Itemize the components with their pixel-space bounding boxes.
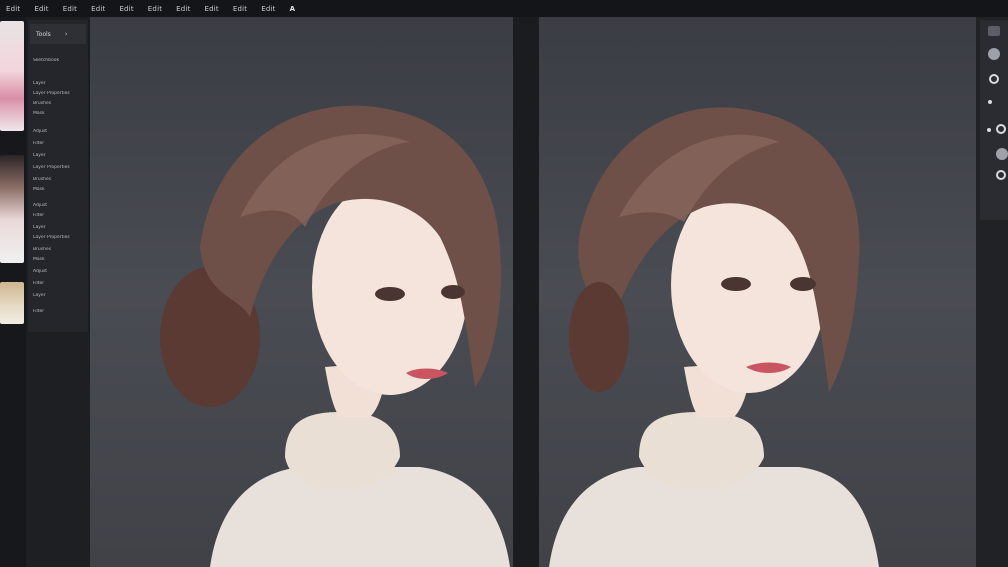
- panel-title: Tools: [36, 30, 51, 38]
- thumbnail-beige-portrait[interactable]: [0, 282, 24, 324]
- menu-item[interactable]: Edit: [91, 5, 105, 13]
- menu-item[interactable]: Edit: [205, 5, 219, 13]
- panel-item[interactable]: Brushes: [33, 177, 87, 182]
- rail-panel: [980, 20, 1008, 220]
- sphere-tool-icon[interactable]: [988, 48, 1000, 60]
- panel-item[interactable]: Layer: [33, 293, 87, 298]
- sidebar-empty-area: [26, 332, 90, 567]
- thumbnail-dark-portrait[interactable]: [0, 155, 24, 263]
- thumbnail-pink-portrait[interactable]: [0, 21, 24, 131]
- panel-item[interactable]: Layer: [33, 225, 87, 230]
- tool-panel: Tools › Sketchbook Layer Layer Propertie…: [28, 20, 88, 332]
- panel-item[interactable]: Adjust: [33, 269, 87, 274]
- chevron-right-icon[interactable]: ›: [65, 30, 68, 38]
- panel-item[interactable]: Mask: [33, 187, 87, 192]
- canvas-viewport-right[interactable]: [539, 17, 976, 567]
- right-tool-rail: [976, 17, 1008, 567]
- panel-item[interactable]: Brushes: [33, 101, 87, 106]
- menu-item[interactable]: A: [290, 5, 296, 13]
- panel-item[interactable]: Brushes: [33, 247, 87, 252]
- panel-item[interactable]: Adjust: [33, 129, 87, 134]
- menu-item[interactable]: Edit: [6, 5, 20, 13]
- panel-item[interactable]: Layer Properties: [33, 235, 87, 240]
- panel-item[interactable]: Layer: [33, 153, 87, 158]
- dot-icon: [987, 128, 991, 132]
- ring-icon[interactable]: [996, 170, 1006, 180]
- menu-bar: Edit Edit Edit Edit Edit Edit Edit Edit …: [0, 0, 1008, 17]
- menu-item[interactable]: Edit: [176, 5, 190, 13]
- portrait-image-right: [549, 107, 879, 567]
- square-tool-icon[interactable]: [988, 26, 1000, 36]
- panel-item[interactable]: Layer: [33, 81, 87, 86]
- canvas-viewport-left[interactable]: [90, 17, 513, 567]
- thumbnail-strip: [0, 17, 26, 567]
- brush-size-icon[interactable]: [996, 148, 1008, 160]
- panel-item[interactable]: Layer Properties: [33, 165, 87, 170]
- menu-item[interactable]: Edit: [34, 5, 48, 13]
- panel-item[interactable]: Filter: [33, 213, 87, 218]
- menu-item[interactable]: Edit: [119, 5, 133, 13]
- panel-item[interactable]: Adjust: [33, 203, 87, 208]
- menu-item[interactable]: Edit: [148, 5, 162, 13]
- panel-item[interactable]: Filter: [33, 141, 87, 146]
- panel-item[interactable]: Mask: [33, 257, 87, 262]
- panel-item[interactable]: Mask: [33, 111, 87, 116]
- menu-item[interactable]: Edit: [63, 5, 77, 13]
- viewport-divider[interactable]: [513, 17, 539, 567]
- half-circle-icon[interactable]: [989, 74, 999, 84]
- panel-item[interactable]: Layer Properties: [33, 91, 87, 96]
- panel-header[interactable]: Tools ›: [30, 24, 86, 44]
- ring-icon[interactable]: [996, 124, 1006, 134]
- panel-item[interactable]: Sketchbook: [33, 58, 87, 63]
- menu-item[interactable]: Edit: [261, 5, 275, 13]
- dot-icon: [988, 100, 992, 104]
- menu-item[interactable]: Edit: [233, 5, 247, 13]
- panel-item[interactable]: Filter: [33, 309, 87, 314]
- portrait-image-left: [160, 105, 510, 567]
- panel-item[interactable]: Filter: [33, 281, 87, 286]
